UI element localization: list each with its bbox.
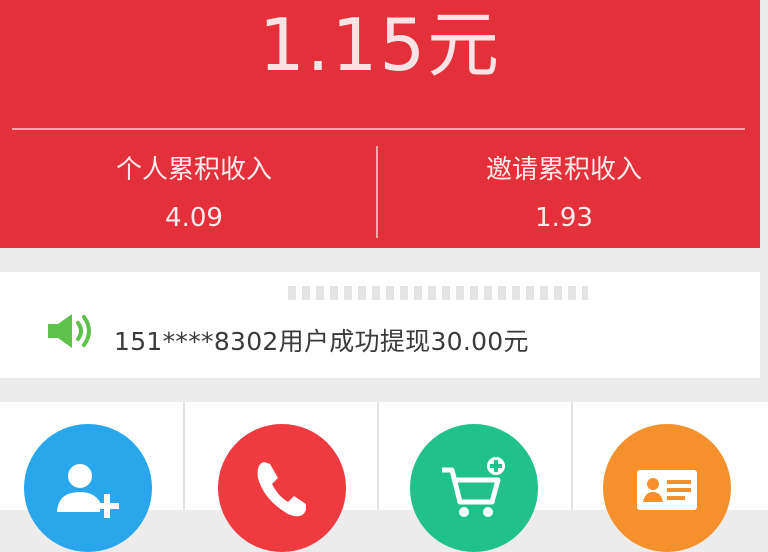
cart-add-icon <box>442 457 505 517</box>
invite-income-stat[interactable]: 邀请累积收入 1.93 <box>376 152 752 236</box>
divider <box>183 402 185 510</box>
invite-friend-button[interactable] <box>24 424 152 552</box>
personal-income-label: 个人累积收入 <box>115 155 272 185</box>
balance-amount: 1.15元 <box>258 3 502 87</box>
divider <box>12 128 745 130</box>
add-to-cart-button[interactable] <box>410 424 538 552</box>
personal-income-value: 4.09 <box>165 203 223 233</box>
withdraw-notice-text: 151****8302用户成功提现30.00元 <box>114 327 529 356</box>
invite-income-label: 邀请累积收入 <box>485 155 642 185</box>
add-user-icon <box>57 464 119 518</box>
divider <box>571 402 573 510</box>
phone-icon <box>257 462 306 517</box>
call-button[interactable] <box>218 424 346 552</box>
id-card-icon <box>637 470 697 510</box>
speaker-icon <box>48 314 91 348</box>
id-card-button[interactable] <box>603 424 731 552</box>
scrolling-previous-notice <box>288 286 588 300</box>
personal-income-stat[interactable]: 个人累积收入 4.09 <box>6 152 382 236</box>
earnings-header: 1.15元 个人累积收入 4.09 邀请累积收入 1.93 <box>0 0 760 248</box>
action-grid <box>0 402 768 552</box>
withdraw-notice-bar[interactable]: 151****8302用户成功提现30.00元 <box>0 272 760 378</box>
divider <box>377 402 379 510</box>
invite-income-value: 1.93 <box>535 203 593 233</box>
